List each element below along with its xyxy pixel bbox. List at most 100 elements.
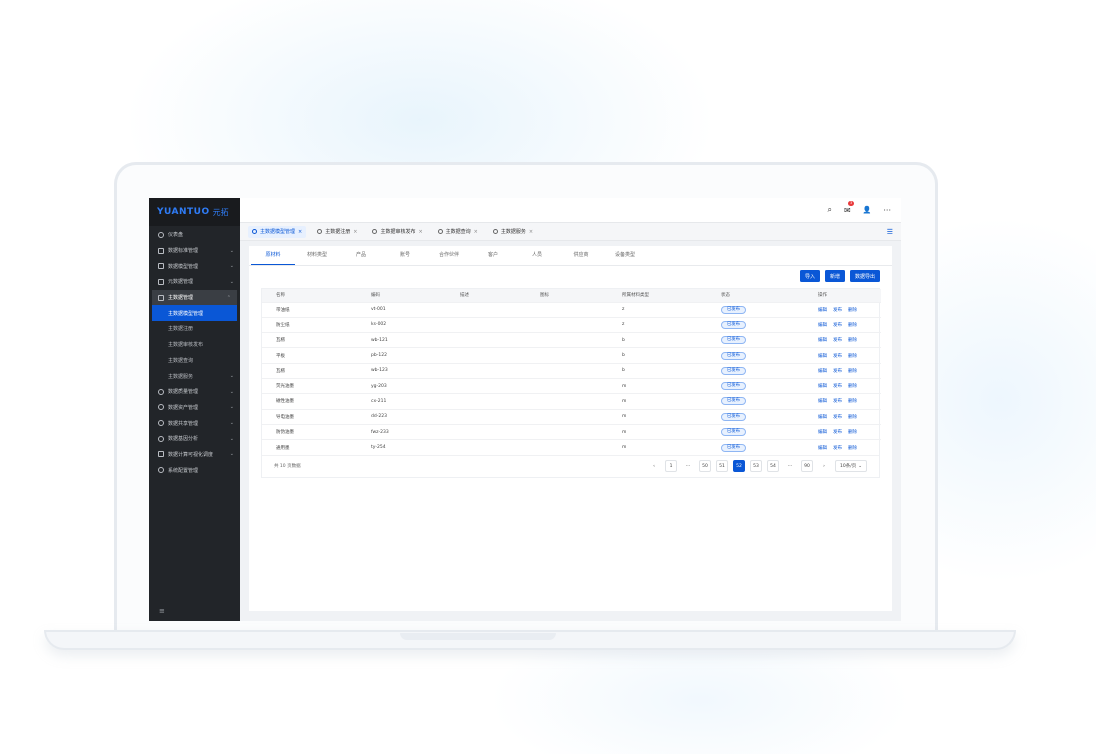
page-size-select[interactable]: 10条/页 ⌄ <box>835 460 867 473</box>
delete-link[interactable]: 删除 <box>848 415 857 420</box>
cell-material-type: m <box>608 423 707 440</box>
page-button[interactable]: 1 <box>665 460 677 473</box>
prev-page-button[interactable]: ‹ <box>648 460 660 472</box>
delete-link[interactable]: 删除 <box>848 323 857 328</box>
page-button[interactable]: 54 <box>767 460 779 473</box>
publish-link[interactable]: 发布 <box>833 384 842 389</box>
sidebar-item-data-share[interactable]: 数据共享管理 ⌄ <box>149 415 240 431</box>
notification-badge: 3 <box>847 200 855 206</box>
next-page-button[interactable]: › <box>818 460 830 472</box>
sidebar-item-data-standard[interactable]: 数据标准管理 ⌄ <box>149 243 240 259</box>
edit-link[interactable]: 编辑 <box>818 430 827 435</box>
user-icon[interactable]: 👤 <box>863 206 872 214</box>
sidebar-subitem-master-query[interactable]: 主数据查询 <box>149 353 240 369</box>
page-ellipsis[interactable]: ··· <box>784 460 796 472</box>
sidebar-subitem-master-model[interactable]: 主数据模型管理 <box>152 305 237 322</box>
delete-link[interactable]: 删除 <box>848 399 857 404</box>
sidebar-item-master-data[interactable]: 主数据管理 ⌃ <box>152 289 237 306</box>
publish-link[interactable]: 发布 <box>833 323 842 328</box>
subtab-equipment-type[interactable]: 设备类型 <box>603 246 647 265</box>
edit-link[interactable]: 编辑 <box>818 415 827 420</box>
publish-link[interactable]: 发布 <box>833 415 842 420</box>
cell-icon <box>526 332 608 348</box>
sidebar-subitem-master-service[interactable]: 主数据服务 ⌄ <box>149 368 240 384</box>
sidebar-item-label: 主数据查询 <box>168 357 194 364</box>
close-icon[interactable]: × <box>474 229 478 235</box>
publish-link[interactable]: 发布 <box>833 446 842 451</box>
mail-icon[interactable]: ✉ 3 <box>844 200 855 215</box>
tab-menu-icon[interactable]: ☰ <box>887 228 893 236</box>
cell-operations: 编辑 发布 删除 <box>804 408 881 425</box>
page-button[interactable]: 53 <box>750 460 762 473</box>
publish-link[interactable]: 发布 <box>833 369 842 374</box>
cell-status: 已发布 <box>707 301 804 318</box>
sidebar-item-data-gene[interactable]: 数据基因分析 ⌄ <box>149 431 240 447</box>
edit-link[interactable]: 编辑 <box>818 399 827 404</box>
subtab-account[interactable]: 账号 <box>383 246 427 265</box>
subtab-raw-material[interactable]: 原材料 <box>251 246 295 265</box>
page-button[interactable]: 52 <box>733 460 745 473</box>
publish-link[interactable]: 发布 <box>833 308 842 313</box>
close-icon[interactable]: × <box>353 229 357 235</box>
subtab-material-type[interactable]: 材料类型 <box>295 246 339 265</box>
page-button[interactable]: 51 <box>716 460 728 473</box>
cell-material-type: z <box>608 316 707 333</box>
subtab-customer[interactable]: 客户 <box>471 246 515 265</box>
publish-link[interactable]: 发布 <box>833 354 842 359</box>
delete-link[interactable]: 删除 <box>848 446 857 451</box>
tab-master-register[interactable]: 主数据注册 × <box>313 226 361 238</box>
page-ellipsis[interactable]: ··· <box>682 460 694 472</box>
cell-description <box>446 347 526 364</box>
delete-link[interactable]: 删除 <box>848 338 857 343</box>
tab-master-audit[interactable]: 主数据审核发布 × <box>368 226 426 238</box>
cell-material-type: z <box>608 301 707 318</box>
delete-link[interactable]: 删除 <box>848 430 857 435</box>
sidebar-item-data-model[interactable]: 数据模型管理 ⌄ <box>149 258 240 274</box>
sidebar-item-label: 主数据审核发布 <box>168 342 204 349</box>
sidebar-subitem-master-register[interactable]: 主数据注册 <box>149 321 240 337</box>
export-button[interactable]: 数据导出 <box>849 270 880 282</box>
subtab-supplier[interactable]: 供应商 <box>559 246 603 265</box>
delete-link[interactable]: 删除 <box>848 354 857 359</box>
search-icon[interactable]: ⌕ <box>827 205 831 215</box>
publish-link[interactable]: 发布 <box>833 338 842 343</box>
cell-operations: 编辑 发布 删除 <box>804 347 881 364</box>
subtab-product[interactable]: 产品 <box>339 246 383 265</box>
delete-link[interactable]: 删除 <box>848 369 857 374</box>
edit-link[interactable]: 编辑 <box>818 446 827 451</box>
page-button[interactable]: 90 <box>801 460 813 473</box>
publish-link[interactable]: 发布 <box>833 430 842 435</box>
edit-link[interactable]: 编辑 <box>818 354 827 359</box>
more-icon[interactable]: ··· <box>883 206 891 215</box>
tab-dot-icon <box>492 229 498 234</box>
sidebar-subitem-master-audit[interactable]: 主数据审核发布 <box>149 337 240 353</box>
subtab-partner[interactable]: 合作伙伴 <box>427 246 471 265</box>
subtab-personnel[interactable]: 人员 <box>515 246 559 265</box>
delete-link[interactable]: 删除 <box>848 308 857 313</box>
close-icon[interactable]: × <box>298 229 302 235</box>
tab-master-service[interactable]: 主数据服务 × <box>489 226 537 238</box>
sidebar-item-data-compute[interactable]: 数据计算可视化调度 ⌄ <box>149 447 240 463</box>
sidebar-item-data-quality[interactable]: 数据质量管理 ⌄ <box>149 384 240 400</box>
collapse-menu-icon[interactable]: ≡ <box>159 607 165 615</box>
edit-link[interactable]: 编辑 <box>818 323 827 328</box>
sidebar-item-data-asset[interactable]: 数据资产管理 ⌄ <box>149 400 240 416</box>
close-icon[interactable]: × <box>529 229 533 235</box>
edit-link[interactable]: 编辑 <box>818 308 827 313</box>
sidebar-item-dashboard[interactable]: 仪表盘 <box>149 227 240 243</box>
add-button[interactable]: 新增 <box>824 270 845 282</box>
edit-link[interactable]: 编辑 <box>818 369 827 374</box>
publish-link[interactable]: 发布 <box>833 399 842 404</box>
tab-master-query[interactable]: 主数据查询 × <box>434 226 482 238</box>
sidebar-item-system-config[interactable]: 系统配置管理 <box>149 462 240 478</box>
tab-master-model[interactable]: 主数据模型管理 × <box>248 225 307 238</box>
cell-material-type: m <box>608 377 707 394</box>
delete-link[interactable]: 删除 <box>848 384 857 389</box>
edit-link[interactable]: 编辑 <box>818 338 827 343</box>
import-button[interactable]: 导入 <box>799 270 820 282</box>
close-icon[interactable]: × <box>418 229 422 235</box>
edit-link[interactable]: 编辑 <box>818 384 827 389</box>
cell-name: 防尘纸 <box>262 316 357 333</box>
sidebar-item-metadata[interactable]: 元数据管理 ⌄ <box>149 274 240 290</box>
page-button[interactable]: 50 <box>699 460 711 473</box>
